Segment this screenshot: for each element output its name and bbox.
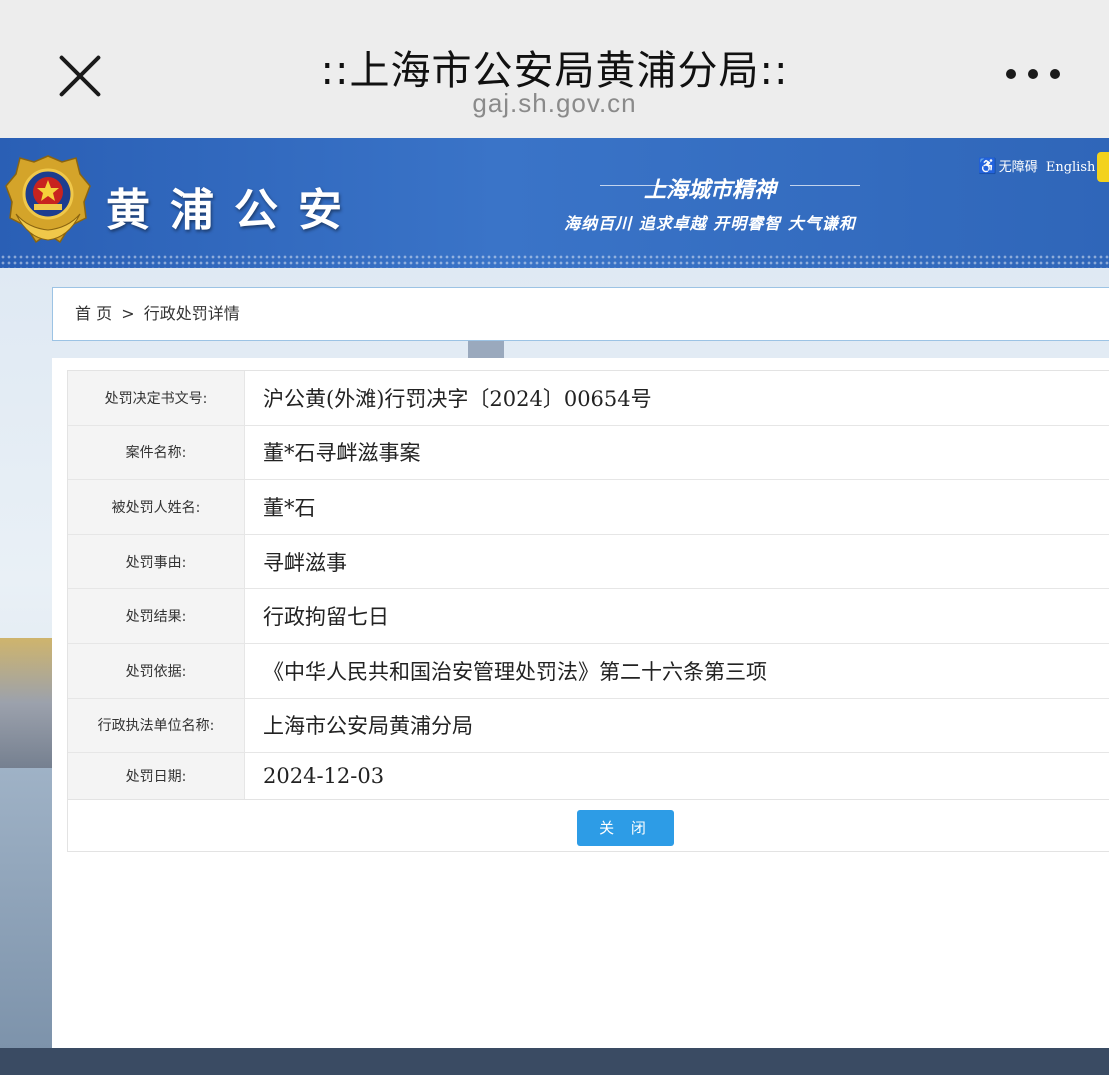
close-button[interactable]: 关 闭 [577, 810, 674, 846]
close-icon[interactable] [54, 50, 106, 102]
row-label-agency: 行政执法单位名称: [68, 698, 245, 753]
table-row: 处罚决定书文号: 沪公黄(外滩)行罚决字〔2024〕00654号 [68, 371, 1109, 426]
row-value-reason: 寻衅滋事 [263, 550, 347, 575]
row-value-person-name: 董*石 [263, 495, 316, 520]
side-tab[interactable] [1097, 152, 1109, 182]
table-row: 处罚结果: 行政拘留七日 [68, 589, 1109, 644]
row-value-agency: 上海市公安局黄浦分局 [263, 714, 473, 739]
table-row: 案件名称: 董*石寻衅滋事案 [68, 425, 1109, 481]
table-row: 处罚事由: 寻衅滋事 [68, 534, 1109, 590]
slogan-title: 上海城市精神 [643, 177, 776, 203]
row-label-reason: 处罚事由: [68, 534, 245, 589]
row-label-date: 处罚日期: [68, 753, 245, 800]
accessibility-link[interactable]: 无障碍 [999, 160, 1038, 175]
button-area: 关 闭 [67, 800, 1109, 852]
browser-top-bar: ::上海市公安局黄浦分局:: gaj.sh.gov.cn [0, 0, 1109, 138]
row-value-decision-number: 沪公黄(外滩)行罚决字〔2024〕00654号 [263, 386, 652, 411]
footer-strip [0, 1048, 1109, 1075]
table-row: 处罚日期: 2024-12-03 [68, 753, 1109, 800]
table-row: 被处罚人姓名: 董*石 [68, 480, 1109, 535]
row-label-legal-basis: 处罚依据: [68, 643, 245, 698]
breadcrumb-separator: > [121, 304, 135, 323]
more-options-icon[interactable] [1004, 66, 1064, 82]
background-water [0, 768, 60, 1048]
row-label-person-name: 被处罚人姓名: [68, 480, 245, 534]
breadcrumb: 首 页 > 行政处罚详情 [52, 287, 1109, 341]
site-header: 黄浦公安 上海城市精神 海纳百川 追求卓越 开明睿智 大气谦和 ♿ 无障碍 Eng… [0, 138, 1109, 268]
row-value-legal-basis: 《中华人民共和国治安管理处罚法》第二十六条第三项 [263, 659, 767, 684]
table-row: 处罚依据: 《中华人民共和国治安管理处罚法》第二十六条第三项 [68, 643, 1109, 699]
details-table: 处罚决定书文号: 沪公黄(外滩)行罚决字〔2024〕00654号 案件名称: 董… [67, 370, 1109, 801]
top-links: ♿ 无障碍 English [978, 156, 1095, 175]
table-row: 行政执法单位名称: 上海市公安局黄浦分局 [68, 698, 1109, 754]
row-value-date: 2024-12-03 [263, 764, 385, 789]
accessibility-icon[interactable]: ♿ [978, 157, 997, 175]
row-value-case-name: 董*石寻衅滋事案 [263, 441, 421, 466]
page-url: gaj.sh.gov.cn [472, 88, 637, 118]
row-value-result: 行政拘留七日 [263, 605, 389, 630]
police-emblem-icon [5, 155, 91, 244]
row-label-case-name: 案件名称: [68, 425, 245, 480]
details-panel: 处罚决定书文号: 沪公黄(外滩)行罚决字〔2024〕00654号 案件名称: 董… [52, 358, 1109, 1048]
logo-text: 黄浦公安 [106, 185, 362, 236]
english-link[interactable]: English [1046, 160, 1096, 175]
header-dot-pattern [0, 254, 1109, 268]
row-label-decision-number: 处罚决定书文号: [68, 371, 245, 425]
background-city [0, 638, 55, 768]
row-label-result: 处罚结果: [68, 589, 245, 643]
breadcrumb-home-link[interactable]: 首 页 [75, 304, 112, 323]
breadcrumb-current: 行政处罚详情 [143, 304, 240, 323]
slogan-subtitle: 海纳百川 追求卓越 开明睿智 大气谦和 [564, 214, 856, 233]
